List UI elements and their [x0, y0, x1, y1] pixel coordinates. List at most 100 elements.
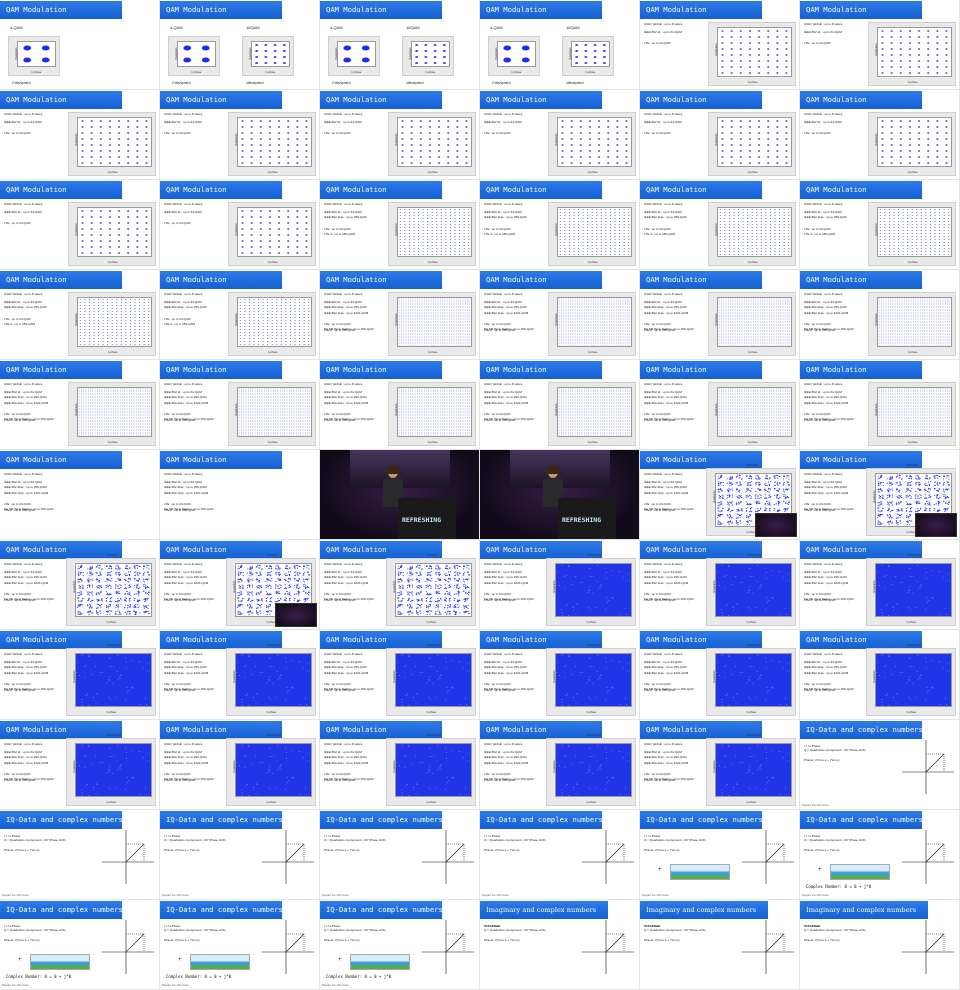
- slide-thumbnail[interactable]: QAM Modulation GSM / EDGE : up to 8 state…: [480, 180, 640, 270]
- constellation-point: [785, 72, 788, 74]
- constellation-point: [257, 329, 260, 330]
- constellation-point: [287, 132, 290, 134]
- constellation-point: [748, 132, 752, 134]
- constellation-point: [431, 254, 433, 255]
- constellation-point: [143, 305, 145, 306]
- slide-bullet: GSM / EDGE : up to 8 states: [324, 292, 363, 296]
- constellation-point: [739, 72, 742, 74]
- constellation-point: [911, 254, 913, 255]
- constellation-point: [776, 48, 779, 50]
- constellation-point: [587, 209, 589, 210]
- slide-thumbnail[interactable]: QAM Modulation GSM / EDGE : up to 8 state…: [160, 180, 320, 270]
- slide-thumbnail[interactable]: QAM Modulation GSM / EDGE : up to 8 state…: [160, 270, 320, 360]
- constellation-point: [609, 218, 612, 219]
- constellation-point: [776, 144, 779, 146]
- slide-thumbnail[interactable]: QAM Modulation GSM / EDGE : up to 8 state…: [480, 90, 640, 180]
- constellation-point: [84, 344, 86, 345]
- constellation-point: [623, 233, 625, 234]
- slide-thumbnail[interactable]: QAM Modulation GSM / EDGE : up to 8 state…: [0, 270, 160, 360]
- constellation-point: [111, 341, 113, 342]
- slide-thumbnail[interactable]: QAM Modulation GSM / EDGE : up to 8 state…: [640, 90, 800, 180]
- slide-thumbnail[interactable]: QAM Modulation 4-QAM Quadrature In-phase 2 b…: [0, 0, 160, 90]
- constellation-point: [564, 212, 566, 213]
- slide-thumbnail[interactable]: QAM Modulation GSM / EDGE : up to 8 state…: [480, 270, 640, 360]
- slide-thumbnail[interactable]: QAM Modulation GSM / EDGE : up to 8 state…: [0, 90, 160, 180]
- slide-thumbnail[interactable]: QAM Modulation GSM / EDGE : up to 8 state…: [640, 270, 800, 360]
- constellation-point: [721, 30, 724, 32]
- constellation-point: [742, 230, 744, 231]
- y-axis-label: Quadrature: [14, 47, 18, 61]
- constellation-point: [893, 224, 895, 225]
- constellation-point: [774, 212, 776, 213]
- constellation-point: [294, 338, 296, 339]
- constellation-point: [879, 218, 881, 219]
- constellation-point: [289, 344, 292, 345]
- slide-thumbnail[interactable]: QAM Modulation 4-QAM Quadrature In-phase 2 b…: [480, 0, 640, 90]
- slide-thumbnail[interactable]: QAM Modulation GSM / EDGE : up to 8 state…: [320, 90, 480, 180]
- slide-thumbnail[interactable]: QAM Modulation 4-QAM Quadrature In-phase 2 b…: [320, 0, 480, 90]
- constellation-point: [248, 320, 251, 321]
- constellation-point: [577, 254, 580, 255]
- constellation-point: [117, 150, 121, 152]
- constellation-point: [399, 242, 401, 243]
- constellation-point: [431, 245, 433, 246]
- constellation-point: [99, 228, 102, 230]
- constellation-point: [927, 150, 930, 152]
- constellation-point: [739, 48, 742, 50]
- slide-thumbnail[interactable]: QAM Modulation GSM / EDGE : up to 8 state…: [800, 90, 960, 180]
- constellation-point: [116, 335, 118, 336]
- constellation-point: [294, 320, 296, 321]
- constellation-point: [305, 252, 308, 254]
- constellation-point: [419, 144, 422, 146]
- constellation-point: [938, 251, 941, 252]
- slide-thumbnail[interactable]: QAM Modulation GSM / EDGE : up to 8 state…: [800, 0, 960, 90]
- constellation-point: [888, 218, 891, 219]
- constellation-point: [244, 332, 246, 333]
- slide-thumbnail[interactable]: QAM Modulation GSM / EDGE : up to 8 state…: [640, 180, 800, 270]
- constellation-point: [136, 162, 139, 164]
- slide-thumbnail[interactable]: QAM Modulation GSM / EDGE : up to 8 state…: [320, 270, 480, 360]
- constellation-point: [587, 212, 589, 213]
- constellation-plot: Quadrature In-phase: [708, 292, 796, 356]
- constellation-point: [888, 230, 891, 231]
- constellation-point: [577, 242, 580, 243]
- constellation-point: [271, 311, 273, 312]
- constellation-point: [600, 221, 602, 222]
- constellation-point: [907, 242, 909, 243]
- slide-thumbnail[interactable]: QAM Modulation GSM / EDGE : up to 8 state…: [160, 90, 320, 180]
- constellation-point: [148, 323, 150, 324]
- constellation-point: [250, 228, 253, 230]
- bits-per-symbol-4: 4bits/symbol: [566, 81, 584, 85]
- constellation-point: [788, 230, 790, 231]
- constellation-point: [568, 248, 571, 249]
- slide-bullet: IEEE 802.11 : up to 64-QAM: [644, 119, 682, 124]
- constellation-point: [925, 254, 927, 255]
- constellation-point: [117, 228, 121, 230]
- constellation-point: [618, 245, 621, 246]
- constellation-point: [401, 150, 404, 152]
- constellation-point: [573, 245, 575, 246]
- constellation-point: [134, 329, 136, 330]
- constellation-points: [241, 210, 308, 254]
- constellation-point: [108, 120, 112, 122]
- slide-thumbnail[interactable]: QAM Modulation GSM / EDGE : up to 8 state…: [640, 0, 800, 90]
- constellation-point: [84, 305, 86, 306]
- slide-thumbnail[interactable]: QAM Modulation GSM / EDGE : up to 8 state…: [800, 180, 960, 270]
- constellation-point: [769, 245, 772, 246]
- constellation-point: [769, 230, 772, 231]
- constellation-point: [127, 222, 130, 224]
- slide-thumbnail[interactable]: QAM Modulation 4-QAM Quadrature In-phase 2 b…: [160, 0, 320, 90]
- constellation-point: [774, 245, 776, 246]
- slide-thumbnail[interactable]: QAM Modulation GSM / EDGE : up to 8 state…: [0, 180, 160, 270]
- constellation-point: [737, 218, 740, 219]
- constellation-point: [90, 162, 93, 164]
- constellation-point: [262, 323, 264, 324]
- constellation-point: [890, 60, 893, 62]
- constellation-point: [614, 254, 616, 255]
- constellation-point: [277, 138, 281, 140]
- constellation-point: [783, 251, 785, 252]
- constellation-point: [890, 66, 893, 68]
- constellation-point: [108, 222, 112, 224]
- slide-thumbnail[interactable]: QAM Modulation GSM / EDGE : up to 8 state…: [320, 180, 480, 270]
- constellation-points: [415, 44, 446, 64]
